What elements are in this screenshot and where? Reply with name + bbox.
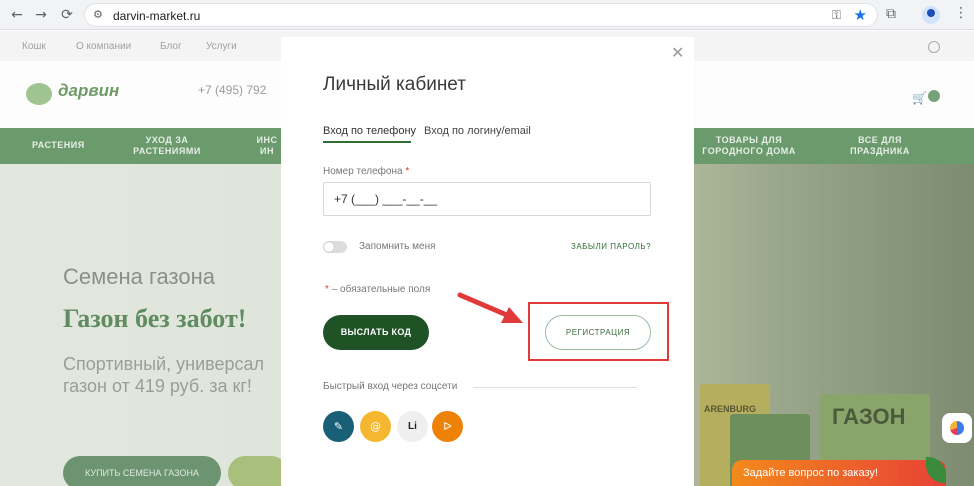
ask-question-widget[interactable]: Задайте вопрос по заказу! bbox=[732, 460, 946, 486]
modal-title: Личный кабинет bbox=[323, 74, 466, 95]
ask-question-label[interactable]: Задайте вопрос по заказу! bbox=[743, 467, 878, 479]
topnav-item[interactable]: Кошк bbox=[22, 41, 46, 52]
bookmark-star-icon[interactable]: ★ bbox=[854, 6, 867, 24]
back-icon[interactable]: ← bbox=[8, 6, 26, 24]
site-settings-icon[interactable]: ⚙ bbox=[93, 8, 103, 21]
category-item[interactable]: ВСЕ ДЛЯ ПРАЗДНИКА bbox=[840, 135, 920, 157]
tab-phone-login[interactable]: Вход по телефону bbox=[323, 125, 416, 137]
topnav-item[interactable]: Блог bbox=[160, 41, 182, 52]
social-login-label: Быстрый вход через соцсети bbox=[323, 381, 458, 392]
mail-login-icon[interactable]: @ bbox=[360, 411, 391, 442]
remember-me-toggle[interactable] bbox=[323, 241, 347, 253]
logo-icon bbox=[26, 83, 52, 105]
hero-cta-button[interactable]: КУПИТЬ СЕМЕНА ГАЗОНА bbox=[63, 456, 221, 486]
extensions-icon[interactable]: ⧉ bbox=[886, 6, 896, 22]
chat-widget-icon[interactable] bbox=[942, 413, 972, 443]
annotation-arrow-icon bbox=[457, 292, 523, 323]
category-item[interactable]: РАСТЕНИЯ bbox=[32, 140, 85, 151]
linkedin-login-icon[interactable]: Li bbox=[397, 411, 428, 442]
product-label: ГАЗОН bbox=[832, 404, 906, 429]
remember-me-label[interactable]: Запомнить меня bbox=[359, 241, 436, 252]
address-bar[interactable]: ⚙ darvin-market.ru ⚿ ★ bbox=[84, 3, 878, 27]
key-icon[interactable]: ⚿ bbox=[832, 8, 841, 23]
topnav-item[interactable]: О компании bbox=[76, 41, 131, 52]
send-code-button[interactable]: ВЫСЛАТЬ КОД bbox=[323, 315, 429, 350]
active-tab-indicator bbox=[323, 141, 411, 143]
hero-subtitle: Спортивный, универсал bbox=[63, 354, 265, 374]
ok-login-icon[interactable]: ᐅ bbox=[432, 411, 463, 442]
hero-headline: Газон без забот! bbox=[63, 304, 247, 333]
site-logo[interactable]: дарвин bbox=[58, 81, 119, 101]
cart-icon[interactable]: 🛒 bbox=[912, 91, 927, 105]
reload-icon[interactable]: ⟳ bbox=[58, 6, 76, 24]
hero-secondary-button[interactable] bbox=[228, 456, 288, 486]
hero-title: Семена газона bbox=[63, 264, 215, 289]
hero-subtitle: газон от 419 руб. за кг! bbox=[63, 376, 252, 396]
category-item[interactable]: ИНС ИН bbox=[254, 135, 280, 157]
category-item[interactable]: ТОВАРЫ ДЛЯ ГОРОДНОГО ДОМА bbox=[700, 135, 798, 157]
browser-menu-icon[interactable]: ⋮ bbox=[954, 5, 968, 21]
category-item[interactable]: УХОД ЗА РАСТЕНИЯМИ bbox=[126, 135, 208, 157]
close-icon[interactable]: ✕ bbox=[671, 43, 684, 62]
site-phone[interactable]: +7 (495) 792 bbox=[198, 83, 266, 97]
phone-input[interactable] bbox=[323, 182, 651, 216]
divider bbox=[473, 387, 637, 388]
url-text[interactable]: darvin-market.ru bbox=[113, 9, 200, 23]
required-fields-note: * – обязательные поля bbox=[325, 284, 431, 295]
product-label: ARENBURG bbox=[704, 404, 757, 414]
forgot-password-link[interactable]: ЗАБЫЛИ ПАРОЛЬ? bbox=[571, 242, 651, 251]
browser-toolbar: ← → ⟳ ⚙ darvin-market.ru ⚿ ★ ⧉ ⋮ bbox=[0, 0, 974, 30]
tab-email-login[interactable]: Вход по логину/email bbox=[424, 125, 531, 137]
language-globe-icon[interactable] bbox=[928, 41, 940, 53]
phone-field-label: Номер телефона * bbox=[323, 166, 410, 177]
register-button[interactable]: РЕГИСТРАЦИЯ bbox=[545, 315, 651, 350]
forward-icon[interactable]: → bbox=[32, 6, 50, 24]
login-modal: ✕ Личный кабинет Вход по телефону Вход п… bbox=[281, 37, 694, 486]
topnav-item[interactable]: Услуги bbox=[206, 41, 237, 52]
profile-avatar-icon[interactable] bbox=[922, 6, 940, 24]
vk-login-icon[interactable]: ✎ bbox=[323, 411, 354, 442]
cart-count-badge bbox=[928, 90, 940, 102]
